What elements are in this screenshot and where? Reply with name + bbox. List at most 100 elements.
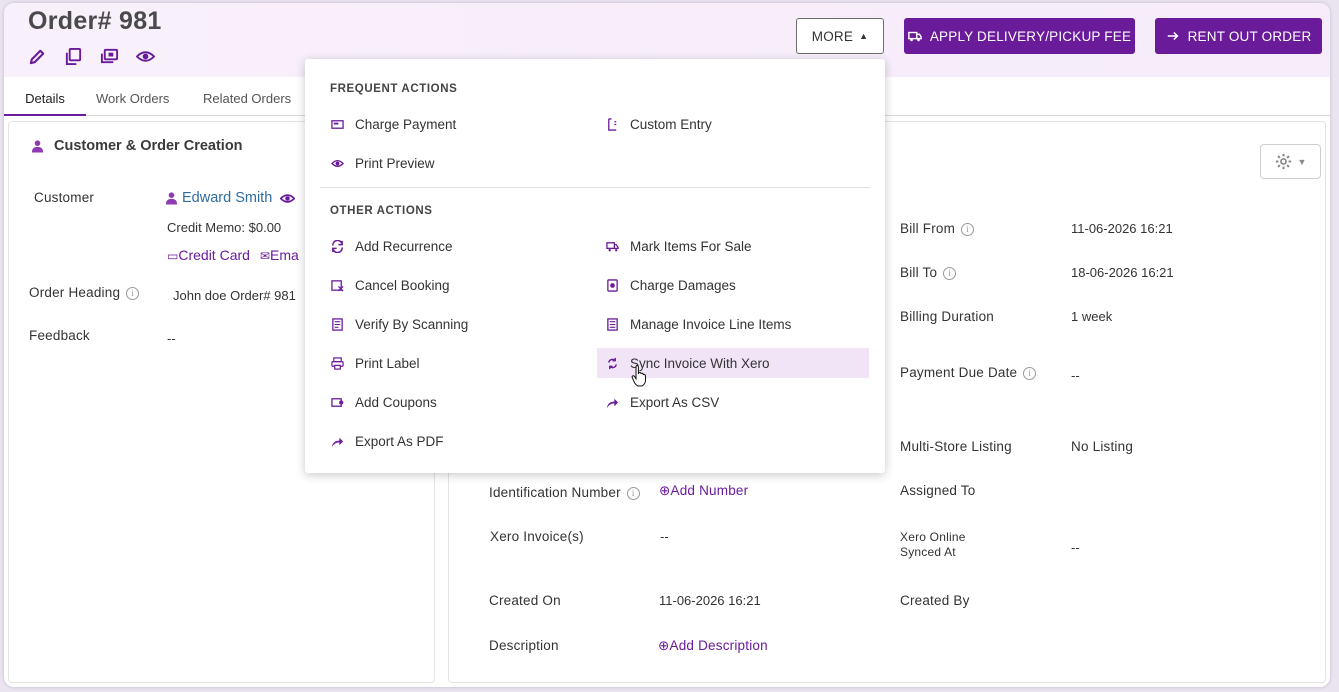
created-on-value: 11-06-2026 16:21: [659, 593, 761, 608]
add-description-text: Add Description: [669, 638, 768, 653]
edit-icon[interactable]: [28, 47, 47, 66]
feedback-value: --: [167, 331, 176, 346]
add-description-link[interactable]: ⊕Add Description: [658, 638, 768, 654]
bill-from-label: Bill From i: [900, 221, 975, 236]
menu-item-add-coupons[interactable]: Add Coupons: [322, 387, 437, 417]
xero-invoice-value: --: [660, 529, 669, 544]
email-link[interactable]: ✉Ema: [260, 247, 299, 263]
person-icon: [165, 192, 178, 205]
menu-item-label: Verify By Scanning: [355, 316, 469, 332]
hand-cursor-icon: [631, 365, 646, 387]
scan-icon: [330, 317, 345, 332]
menu-item-label: Cancel Booking: [355, 277, 450, 293]
apply-fee-button[interactable]: APPLY DELIVERY/PICKUP FEE: [904, 18, 1135, 54]
menu-item-print-preview[interactable]: Print Preview: [322, 148, 435, 178]
xero-online-label-line1: Xero Online: [900, 530, 966, 544]
menu-item-charge-payment[interactable]: Charge Payment: [322, 109, 456, 139]
more-button-label: MORE: [811, 28, 854, 44]
xero-invoice-label: Xero Invoice(s): [490, 529, 584, 544]
rent-out-button[interactable]: RENT OUT ORDER: [1155, 18, 1322, 54]
bill-from-label-text: Bill From: [900, 221, 956, 236]
tab-work-orders[interactable]: Work Orders: [96, 77, 169, 116]
assigned-to-label: Assigned To: [900, 483, 976, 498]
custom-entry-icon: [605, 117, 620, 132]
info-icon[interactable]: i: [943, 266, 957, 280]
billing-duration-value: 1 week: [1071, 309, 1113, 324]
export-icon: [605, 395, 620, 410]
menu-item-label: Export As PDF: [355, 433, 444, 449]
created-by-label: Created By: [900, 593, 970, 608]
settings-button[interactable]: ▼: [1260, 144, 1321, 179]
app-window: Order# 981 MORE ▲ APPLY DELIVERY/PICKUP …: [4, 3, 1330, 687]
menu-item-label: Mark Items For Sale: [630, 238, 752, 254]
menu-item-print-label[interactable]: Print Label: [322, 348, 420, 378]
tab-details[interactable]: Details: [4, 77, 86, 116]
more-button[interactable]: MORE ▲: [796, 18, 884, 54]
menu-item-charge-damages[interactable]: Charge Damages: [597, 270, 736, 300]
add-number-text: Add Number: [670, 483, 749, 498]
bill-to-label: Bill To i: [900, 265, 957, 280]
identification-label-text: Identification Number: [489, 485, 621, 500]
truck-icon: [605, 239, 620, 254]
mail-icon: ✉: [259, 249, 270, 263]
xero-online-label: Xero Online Synced At: [900, 530, 966, 560]
description-label: Description: [489, 638, 559, 653]
tab-related-orders[interactable]: Related Orders: [203, 77, 291, 116]
identification-label: Identification Number i: [489, 485, 640, 500]
invoice-icon: [605, 317, 620, 332]
add-number-link[interactable]: ⊕Add Number: [659, 483, 748, 499]
recurrence-icon: [330, 239, 345, 254]
menu-item-label: Manage Invoice Line Items: [630, 316, 792, 332]
coupon-icon: [330, 395, 345, 410]
eye-icon[interactable]: [280, 191, 296, 206]
created-on-label: Created On: [489, 593, 561, 608]
menu-item-export-pdf[interactable]: Export As PDF: [322, 426, 444, 456]
info-icon[interactable]: i: [1023, 366, 1037, 380]
bill-to-label-text: Bill To: [900, 265, 938, 280]
menu-item-cancel-booking[interactable]: Cancel Booking: [322, 270, 450, 300]
title-actions: [28, 47, 156, 66]
payment-due-label-text: Payment Due Date: [900, 365, 1018, 380]
order-heading-value: John doe Order# 981: [173, 288, 296, 303]
menu-item-custom-entry[interactable]: Custom Entry: [597, 109, 712, 139]
credit-card-icon: ▭: [167, 249, 179, 263]
credit-memo: Credit Memo: $0.00: [167, 220, 282, 235]
menu-item-verify-by-scanning[interactable]: Verify By Scanning: [322, 309, 468, 339]
menu-item-export-csv[interactable]: Export As CSV: [597, 387, 719, 417]
truck-icon: [908, 31, 922, 42]
bill-to-value: 18-06-2026 16:21: [1071, 265, 1174, 280]
damages-icon: [605, 278, 620, 293]
feedback-label: Feedback: [29, 328, 90, 343]
payment-icon: [330, 117, 345, 132]
menu-item-label: Sync Invoice With Xero: [630, 355, 770, 371]
duplicate-icon[interactable]: [100, 47, 119, 66]
menu-item-manage-invoice-line-items[interactable]: Manage Invoice Line Items: [597, 309, 791, 339]
info-icon[interactable]: i: [126, 286, 140, 300]
order-heading-label: Order Heading i: [29, 285, 140, 300]
menu-item-add-recurrence[interactable]: Add Recurrence: [322, 231, 453, 261]
payment-due-label: Payment Due Date i: [900, 365, 1037, 380]
menu-item-label: Add Coupons: [355, 394, 437, 410]
caret-up-icon: ▲: [859, 31, 869, 41]
credit-card-link[interactable]: ▭Credit Card: [167, 247, 250, 263]
eye-icon[interactable]: [135, 47, 156, 66]
more-actions-menu: FREQUENT ACTIONS Charge Payment Custom E…: [305, 59, 885, 473]
payment-due-value: --: [1071, 368, 1080, 383]
sync-icon: [605, 356, 620, 371]
export-icon: [330, 434, 345, 449]
copy-icon[interactable]: [64, 47, 83, 66]
plus-circle-icon: ⊕: [659, 483, 671, 498]
customer-name-row: Edward Smith: [165, 190, 296, 206]
info-icon[interactable]: i: [961, 222, 975, 236]
customer-name-link[interactable]: Edward Smith: [182, 190, 272, 206]
arrow-right-icon: [1167, 31, 1179, 41]
apply-fee-label: APPLY DELIVERY/PICKUP FEE: [929, 28, 1132, 44]
xero-online-value: --: [1071, 540, 1080, 555]
multi-store-label: Multi-Store Listing: [900, 439, 1012, 454]
menu-item-label: Export As CSV: [630, 394, 720, 410]
menu-divider: [320, 187, 870, 188]
info-icon[interactable]: i: [626, 486, 640, 500]
customer-label: Customer: [34, 190, 95, 205]
menu-item-label: Print Preview: [355, 155, 435, 171]
menu-item-mark-items-for-sale[interactable]: Mark Items For Sale: [597, 231, 752, 261]
